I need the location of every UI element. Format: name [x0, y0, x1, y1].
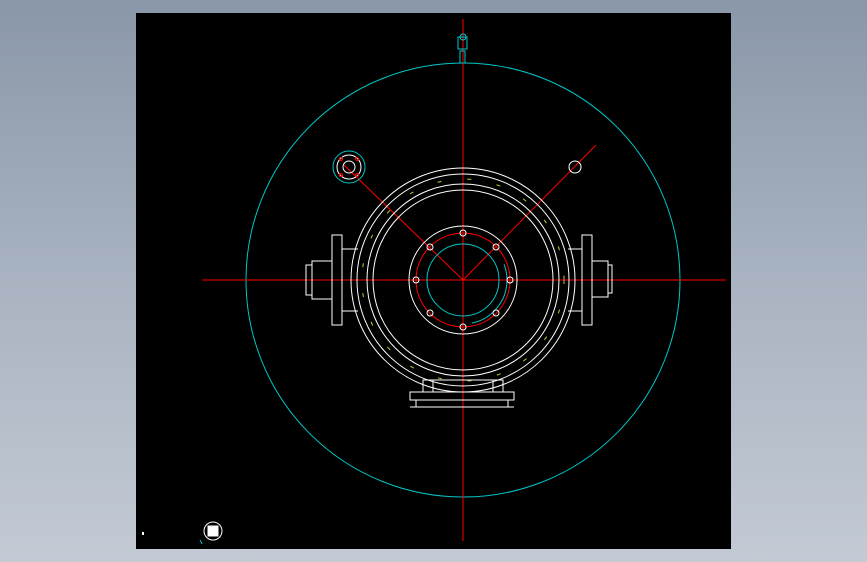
cad-viewport[interactable] — [136, 13, 731, 549]
diagonal-centerline-right — [462, 144, 597, 281]
diagonal-centerline-left — [343, 164, 464, 281]
upper-left-nozzle — [332, 150, 366, 184]
cad-drawing — [199, 19, 726, 545]
cursor-marker — [142, 532, 144, 535]
bottom-nozzle — [409, 379, 515, 408]
ucs-icon — [199, 521, 223, 545]
